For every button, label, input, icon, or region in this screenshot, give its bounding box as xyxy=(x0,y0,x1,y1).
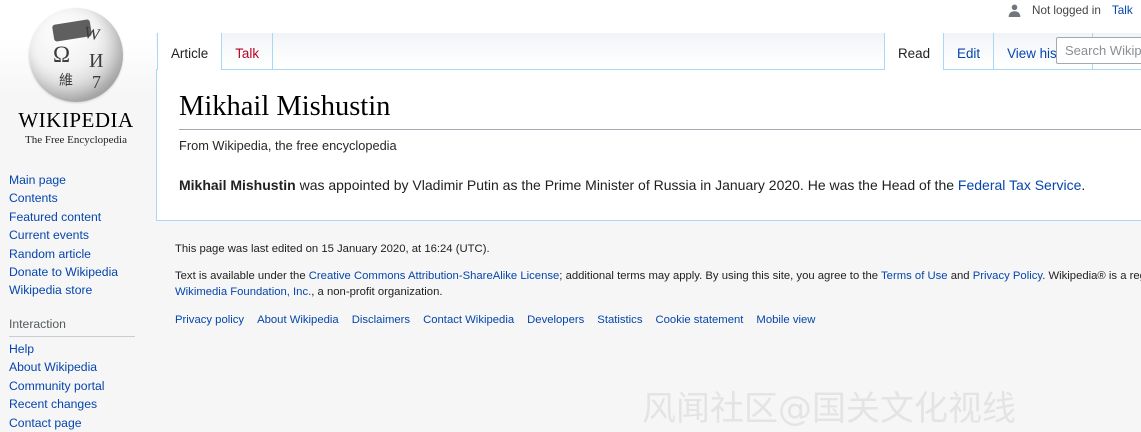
article-content: Mikhail Mishustin From Wikipedia, the fr… xyxy=(156,70,1141,221)
sidebar-interaction-header: Interaction xyxy=(9,317,135,337)
sidebar-item-contact-page[interactable]: Contact page xyxy=(9,414,154,432)
terms-of-use-link[interactable]: Terms of Use xyxy=(881,270,948,282)
license-text: ; additional terms may apply. By using t… xyxy=(559,270,882,282)
footer-cookie-statement-link[interactable]: Cookie statement xyxy=(655,314,743,326)
cc-license-link[interactable]: Creative Commons Attribution-ShareAlike … xyxy=(309,270,560,282)
tab-talk[interactable]: Talk xyxy=(222,33,274,70)
search-input[interactable] xyxy=(1056,37,1141,64)
logo-tagline: The Free Encyclopedia xyxy=(24,134,127,146)
federal-tax-service-link[interactable]: Federal Tax Service xyxy=(958,177,1081,193)
footer-links: Privacy policy About Wikipedia Disclaime… xyxy=(175,314,1141,326)
wikipedia-globe-icon[interactable]: Ω W И 維 7 xyxy=(29,8,123,102)
tab-article[interactable]: Article xyxy=(157,33,223,70)
sidebar-interaction-nav: Help About Wikipedia Community portal Re… xyxy=(9,340,154,432)
user-icon xyxy=(1008,4,1021,17)
paragraph-text: . xyxy=(1081,177,1086,193)
personal-talk-link[interactable]: Talk xyxy=(1112,4,1133,17)
article-paragraph: Mikhail Mishustin was appointed by Vladi… xyxy=(179,177,1141,193)
license-text: and xyxy=(947,270,973,282)
site-subtitle: From Wikipedia, the free encyclopedia xyxy=(179,138,397,153)
last-edited-note: This page was last edited on 15 January … xyxy=(175,243,490,255)
page-tabs-left: Article Talk xyxy=(157,33,274,70)
paragraph-text: was appointed by Vladimir Putin as the P… xyxy=(295,177,958,193)
page-footer: This page was last edited on 15 January … xyxy=(175,243,1141,326)
wikipedia-logo[interactable]: Ω W И 維 7 WIKIPEDIA The Free Encyclopedi… xyxy=(0,4,152,146)
sidebar-item-random-article[interactable]: Random article xyxy=(9,245,154,263)
globe-glyph: И xyxy=(89,50,104,72)
license-text: Text is available under the xyxy=(175,270,309,282)
globe-glyph: Ω xyxy=(53,42,71,67)
globe-glyph: W xyxy=(82,22,102,45)
sidebar-item-about-wikipedia[interactable]: About Wikipedia xyxy=(9,358,154,376)
not-logged-in-label: Not logged in xyxy=(1032,3,1101,17)
license-text: . Wikipedia® is a registered trademark o… xyxy=(1042,270,1141,282)
license-text: , a non-profit organization. xyxy=(311,286,443,298)
watermark-text: 风闻社区@国关文化视线 xyxy=(642,389,1016,429)
footer-contact-wikipedia-link[interactable]: Contact Wikipedia xyxy=(423,314,514,326)
sidebar-item-featured-content[interactable]: Featured content xyxy=(9,208,154,226)
sidebar-item-donate[interactable]: Donate to Wikipedia xyxy=(9,263,154,281)
license-note: Text is available under the Creative Com… xyxy=(175,268,1141,300)
sidebar-nav: Main page Contents Featured content Curr… xyxy=(9,171,154,300)
sidebar-item-wikipedia-store[interactable]: Wikipedia store xyxy=(9,281,154,299)
footer-about-wikipedia-link[interactable]: About Wikipedia xyxy=(257,314,339,326)
footer-developers-link[interactable]: Developers xyxy=(527,314,584,326)
personal-bar: Not logged in Talk Contributions xyxy=(1008,3,1141,17)
sidebar-item-recent-changes[interactable]: Recent changes xyxy=(9,395,154,413)
sidebar-item-contents[interactable]: Contents xyxy=(9,189,154,207)
sidebar-item-current-events[interactable]: Current events xyxy=(9,226,154,244)
footer-disclaimers-link[interactable]: Disclaimers xyxy=(352,314,410,326)
tab-edit[interactable]: Edit xyxy=(944,33,995,70)
globe-glyph: 維 xyxy=(59,74,73,89)
page-title: Mikhail Mishustin xyxy=(179,91,1141,130)
footer-privacy-policy-link[interactable]: Privacy policy xyxy=(175,314,244,326)
wikipedia-page: Not logged in Talk Contributions Ω W И 維… xyxy=(0,0,1141,432)
tab-read[interactable]: Read xyxy=(884,33,945,70)
wikimedia-foundation-link[interactable]: Wikimedia Foundation, Inc. xyxy=(175,286,311,298)
privacy-policy-link[interactable]: Privacy Policy xyxy=(973,270,1042,282)
globe-glyph: 7 xyxy=(92,72,101,92)
footer-statistics-link[interactable]: Statistics xyxy=(597,314,642,326)
sidebar-item-main-page[interactable]: Main page xyxy=(9,171,154,189)
sidebar-item-community-portal[interactable]: Community portal xyxy=(9,377,154,395)
sidebar-item-help[interactable]: Help xyxy=(9,340,154,358)
wikipedia-wordmark: WIKIPEDIA xyxy=(18,108,134,132)
footer-mobile-view-link[interactable]: Mobile view xyxy=(756,314,815,326)
article-bold-subject: Mikhail Mishustin xyxy=(179,177,296,193)
